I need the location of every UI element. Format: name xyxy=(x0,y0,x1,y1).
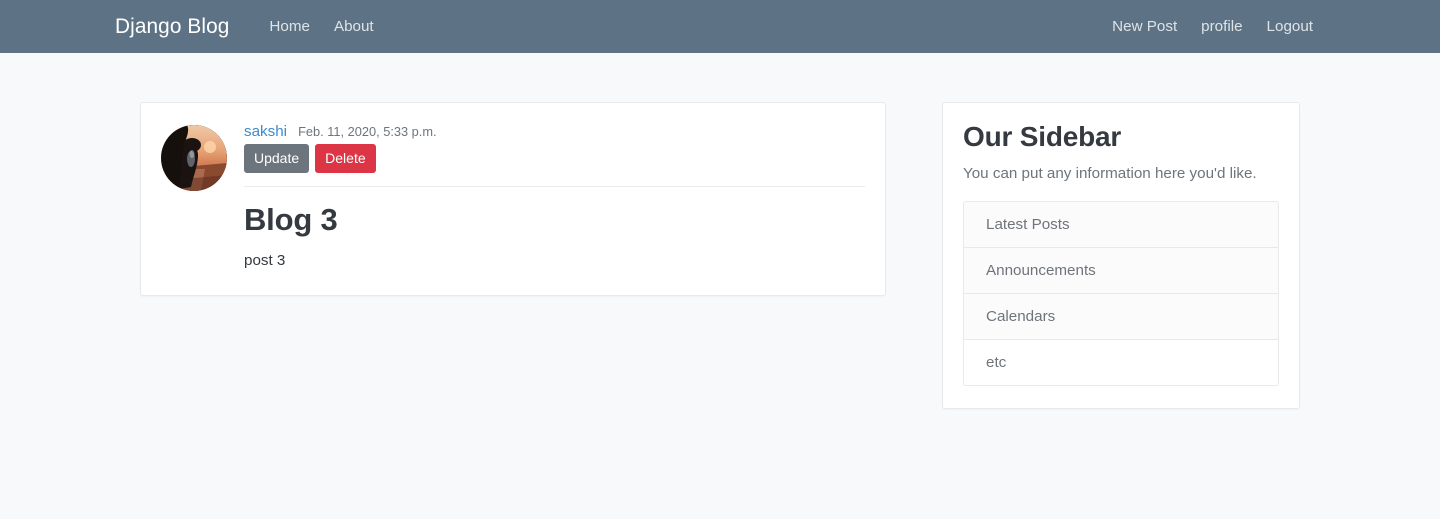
sidebar-card: Our Sidebar You can put any information … xyxy=(942,102,1300,409)
sidebar-item-announcements[interactable]: Announcements xyxy=(964,247,1278,294)
navbar-left-links: Home About xyxy=(261,18,385,35)
sidebar-item-etc[interactable]: etc xyxy=(964,339,1278,385)
nav-link-logout[interactable]: Logout xyxy=(1259,18,1321,35)
delete-button[interactable]: Delete xyxy=(315,144,376,173)
post-meta: sakshi Feb. 11, 2020, 5:33 p.m. xyxy=(244,123,865,140)
nav-link-about[interactable]: About xyxy=(326,18,382,35)
nav-link-profile[interactable]: profile xyxy=(1193,18,1250,35)
nav-link-home[interactable]: Home xyxy=(261,18,318,35)
avatar-image xyxy=(161,125,227,191)
sidebar-item-latest-posts[interactable]: Latest Posts xyxy=(964,201,1278,248)
post-content: post 3 xyxy=(244,252,286,270)
nav-link-new-post[interactable]: New Post xyxy=(1104,18,1185,35)
post-card: sakshi Feb. 11, 2020, 5:33 p.m. Update D… xyxy=(140,102,886,296)
sidebar-list-group: Latest Posts Announcements Calendars etc xyxy=(963,200,1279,386)
sidebar-title: Our Sidebar xyxy=(963,121,1122,152)
post-action-buttons: Update Delete xyxy=(244,144,865,173)
sidebar-description: You can put any information here you'd l… xyxy=(963,164,1257,182)
post-body: sakshi Feb. 11, 2020, 5:33 p.m. Update D… xyxy=(244,121,865,273)
post-divider xyxy=(244,186,865,187)
navbar-brand[interactable]: Django Blog xyxy=(115,15,229,39)
navbar-inner: Django Blog Home About New Post profile … xyxy=(100,0,1340,53)
sidebar-column: Our Sidebar You can put any information … xyxy=(942,102,1300,409)
post-date: Feb. 11, 2020, 5:33 p.m. xyxy=(298,124,437,139)
post-title: Blog 3 xyxy=(244,202,338,237)
update-button[interactable]: Update xyxy=(244,144,310,173)
top-navbar: Django Blog Home About New Post profile … xyxy=(0,0,1440,53)
post-author-link[interactable]: sakshi xyxy=(244,123,287,140)
navbar-right-links: New Post profile Logout xyxy=(1104,18,1325,35)
page-container: sakshi Feb. 11, 2020, 5:33 p.m. Update D… xyxy=(140,53,1300,409)
main-column: sakshi Feb. 11, 2020, 5:33 p.m. Update D… xyxy=(140,102,886,296)
avatar xyxy=(161,125,227,191)
sidebar-item-calendars[interactable]: Calendars xyxy=(964,293,1278,340)
